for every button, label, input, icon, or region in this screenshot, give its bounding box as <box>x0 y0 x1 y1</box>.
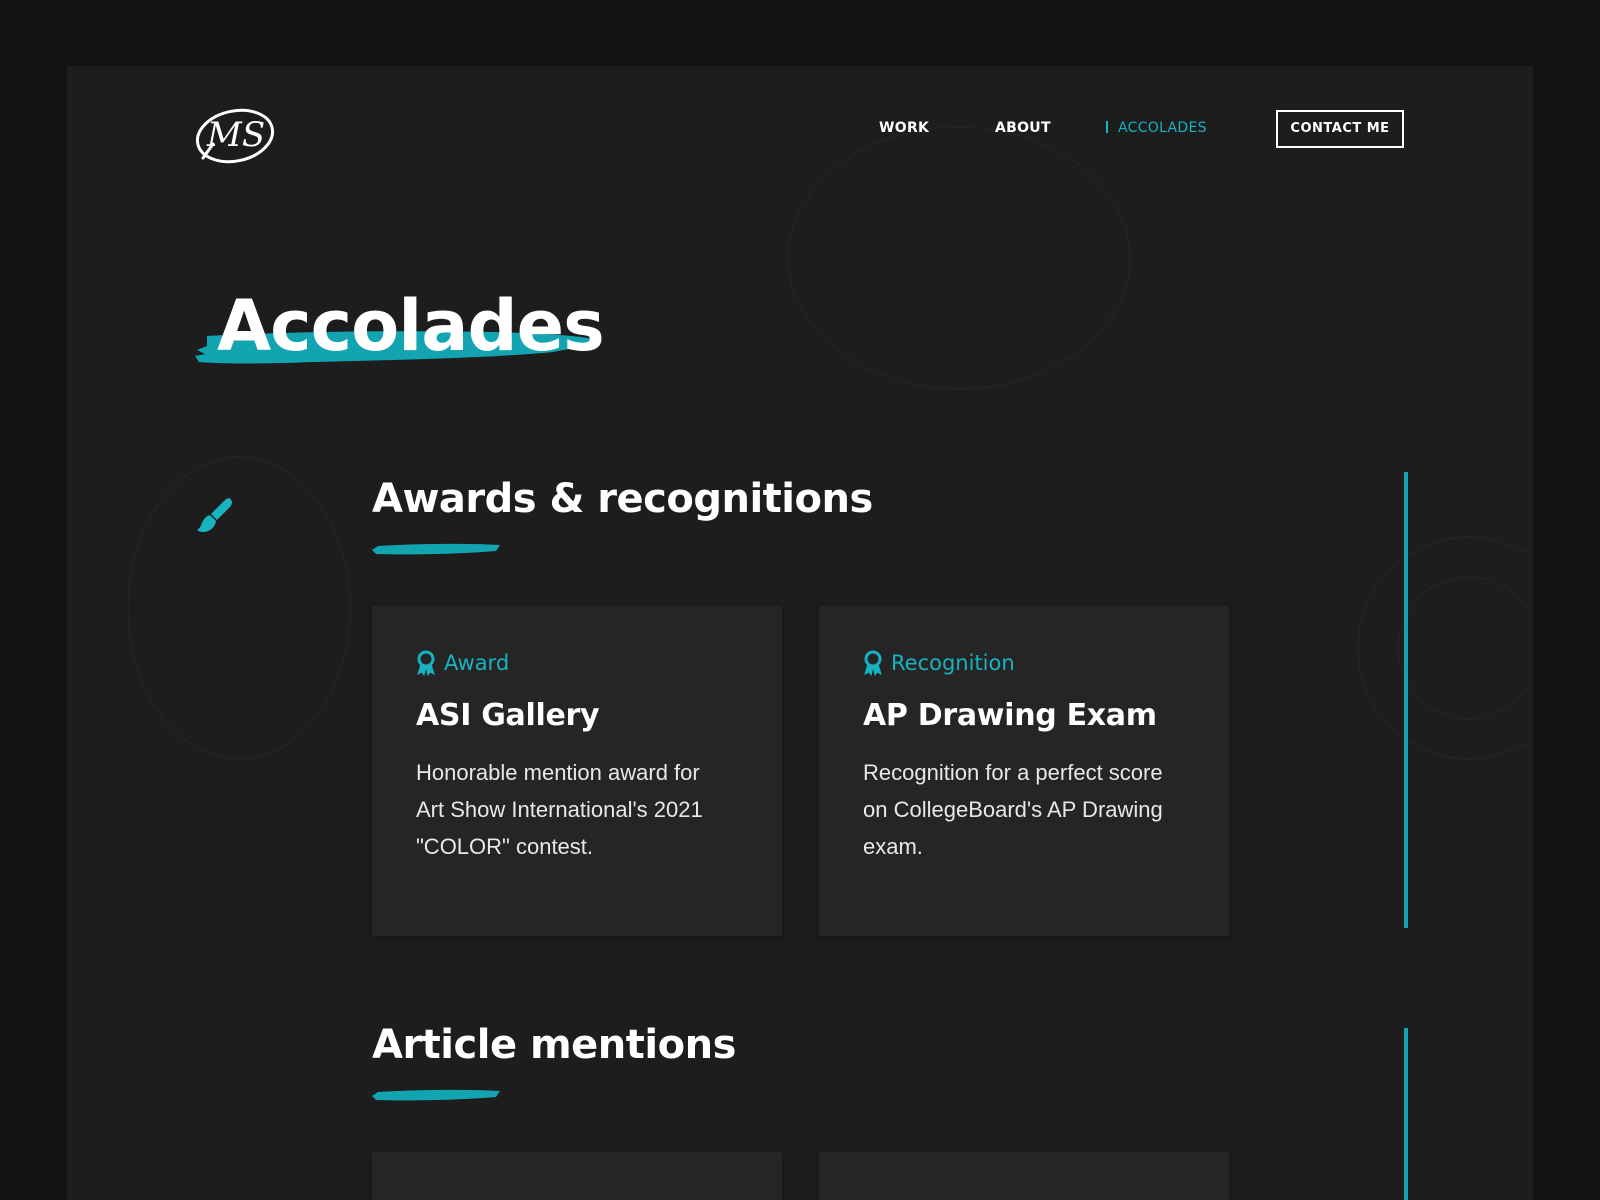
page-title-block: Accolades <box>193 276 613 376</box>
accolade-card[interactable]: Award ASI Gallery Honorable mention awar… <box>372 606 782 936</box>
section-divider-line <box>1404 472 1408 928</box>
card-badge: Award <box>416 648 509 678</box>
page-frame: MS WORK ABOUT ACCOLADES CONTACT ME Accol… <box>67 66 1533 1200</box>
nav-item-work[interactable]: WORK <box>879 110 929 146</box>
accolade-card[interactable]: Recognition AP Drawing Exam Recognition … <box>819 606 1229 936</box>
ribbon-icon <box>417 650 435 676</box>
card-title: AP Drawing Exam <box>863 698 1157 733</box>
paintbrush-icon <box>197 498 232 532</box>
article-card[interactable] <box>372 1152 782 1200</box>
section-underline <box>372 1089 500 1101</box>
background-swirl <box>787 126 1131 390</box>
ribbon-icon <box>864 650 882 676</box>
card-description: Recognition for a perfect score on Colle… <box>863 760 1163 859</box>
section-underline <box>372 543 500 555</box>
nav-item-about[interactable]: ABOUT <box>995 110 1051 146</box>
section-divider-line <box>1404 1028 1408 1200</box>
card-badge-label: Award <box>444 651 510 675</box>
section-title-articles: Article mentions <box>372 1022 736 1068</box>
card-badge-label: Recognition <box>891 651 1015 675</box>
section-title-awards: Awards & recognitions <box>372 476 873 522</box>
main-nav: WORK ABOUT ACCOLADES CONTACT ME <box>67 110 1533 150</box>
nav-item-accolades[interactable]: ACCOLADES <box>1106 110 1207 146</box>
card-title: ASI Gallery <box>416 698 600 733</box>
contact-me-button[interactable]: CONTACT ME <box>1276 110 1404 148</box>
page-title: Accolades <box>217 285 605 367</box>
background-swirl <box>127 456 351 760</box>
article-card[interactable] <box>819 1152 1229 1200</box>
background-swirl <box>1397 576 1533 720</box>
background-swirl <box>1357 536 1533 760</box>
card-description: Honorable mention award for Art Show Int… <box>416 760 703 859</box>
card-badge: Recognition <box>863 648 1015 678</box>
